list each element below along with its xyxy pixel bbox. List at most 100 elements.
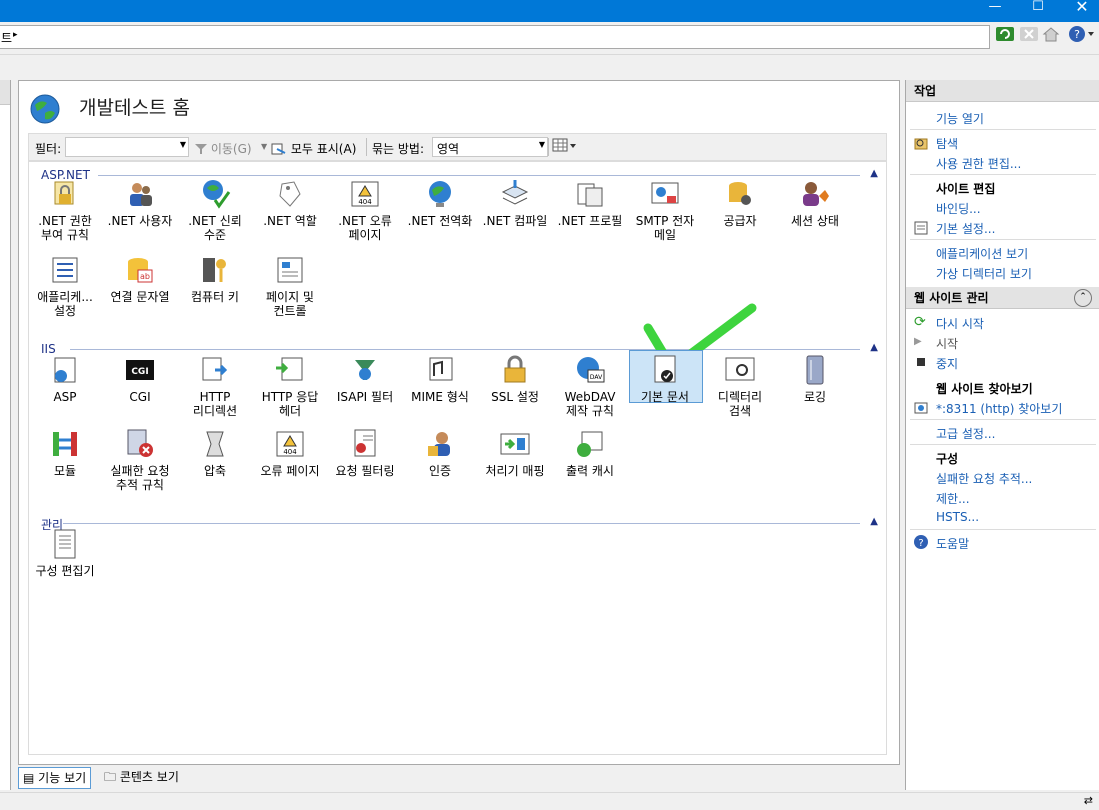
feature-item[interactable]: 출력 캐시 — [554, 428, 626, 478]
help-icon[interactable]: ? — [1068, 25, 1094, 45]
feature-item[interactable]: HTTP 리디렉션 — [179, 354, 251, 418]
refresh-icon[interactable] — [995, 25, 1015, 45]
maximize-button[interactable]: ☐ — [1018, 0, 1058, 22]
feature-label: .NET 권한 부여 규칙 — [38, 214, 92, 242]
feature-item[interactable]: .NET 신뢰 수준 — [179, 178, 251, 242]
address-text: 트 — [1, 31, 13, 45]
feature-item[interactable]: ab 연결 문자열 — [104, 254, 176, 304]
restart-link[interactable]: 다시 시작 — [936, 315, 984, 332]
feature-label: 처리기 매핑 — [485, 464, 545, 478]
goto-button[interactable]: 이동(G) — [195, 140, 252, 157]
groupby-select[interactable]: 영역 ▼ — [432, 137, 548, 157]
svg-text:ab: ab — [140, 272, 150, 281]
feature-item[interactable]: 애플리케... 설정 — [29, 254, 101, 318]
feature-item[interactable]: 실패한 요청 추적 규칙 — [104, 428, 176, 492]
feature-item[interactable]: 세션 상태 — [779, 178, 851, 228]
group-collapse-icon[interactable]: ▲ — [870, 342, 878, 353]
globe-icon — [424, 178, 456, 210]
feature-item[interactable]: 기본 문서 — [629, 350, 703, 404]
address-box[interactable]: 트 ▸ — [0, 25, 990, 49]
feature-item[interactable]: 요청 필터링 — [329, 428, 401, 478]
close-button[interactable]: ✕ — [1062, 0, 1099, 22]
feature-item[interactable]: ISAPI 필터 — [329, 354, 401, 404]
globe-icon — [29, 93, 61, 125]
feature-item[interactable]: HTTP 응답 헤더 — [254, 354, 326, 418]
asp-icon — [49, 354, 81, 386]
stop-icon — [914, 355, 928, 369]
actions-header: 작업 — [906, 80, 1099, 102]
feature-item[interactable]: SMTP 전자 메일 — [629, 178, 701, 242]
feature-item[interactable]: 압축 — [179, 428, 251, 478]
help-link[interactable]: 도움말 — [936, 535, 969, 552]
feature-item[interactable]: 처리기 매핑 — [479, 428, 551, 478]
edit-permissions-link[interactable]: 사용 권한 편집... — [936, 155, 1021, 172]
mime-icon — [424, 354, 456, 386]
feature-label: 출력 캐시 — [566, 464, 614, 478]
limits-link[interactable]: 제한... — [936, 490, 970, 507]
start-link[interactable]: 시작 — [936, 335, 958, 352]
feature-item[interactable]: .NET 사용자 — [104, 178, 176, 228]
feature-item[interactable]: MIME 형식 — [404, 354, 476, 404]
default-doc-icon — [649, 354, 681, 386]
feature-label: 모듈 — [53, 464, 77, 478]
feature-label: .NET 컴파일 — [482, 214, 548, 228]
hsts-link[interactable]: HSTS... — [936, 510, 979, 524]
stop-icon[interactable] — [1019, 25, 1039, 45]
goto-dropdown-icon[interactable]: ▼ — [261, 142, 267, 151]
feature-item[interactable]: 404 오류 페이지 — [254, 428, 326, 478]
advanced-settings-link[interactable]: 고급 설정... — [936, 425, 995, 442]
feature-item[interactable]: 모듈 — [29, 428, 101, 478]
feature-item[interactable]: .NET 역할 — [254, 178, 326, 228]
feature-item[interactable]: 공급자 — [704, 178, 776, 228]
feature-label: 세션 상태 — [791, 214, 839, 228]
tab-features-view[interactable]: ▤ 기능 보기 — [18, 767, 92, 789]
collapse-icon[interactable]: ⌃ — [1074, 289, 1092, 307]
feature-item[interactable]: 페이지 및 컨트롤 — [254, 254, 326, 318]
view-mode-button[interactable] — [552, 138, 578, 155]
view-applications-link[interactable]: 애플리케이션 보기 — [936, 245, 1028, 262]
feature-item[interactable]: CGI CGI — [104, 354, 176, 404]
feature-item[interactable]: SSL 설정 — [479, 354, 551, 404]
browse-link[interactable]: *:8311 (http) 찾아보기 — [936, 400, 1062, 417]
explore-link[interactable]: 탐색 — [936, 135, 958, 152]
feature-label: SSL 설정 — [491, 390, 539, 404]
feature-item[interactable]: .NET 전역화 — [404, 178, 476, 228]
feature-label: .NET 전역화 — [407, 214, 473, 228]
chevron-down-icon: ▼ — [538, 140, 545, 149]
stop-link[interactable]: 중지 — [936, 355, 958, 372]
open-feature-link[interactable]: 기능 열기 — [936, 110, 984, 127]
breadcrumb-arrow-icon[interactable]: ▸ — [13, 30, 18, 40]
actions-pane: 작업 기능 열기 탐색 사용 권한 편집... 사이트 편집 바인딩... 기본… — [905, 80, 1099, 790]
view-virtual-dirs-link[interactable]: 가상 디렉터리 보기 — [936, 265, 1032, 282]
feature-label: HTTP 응답 헤더 — [261, 390, 319, 418]
group-collapse-icon[interactable]: ▲ — [870, 168, 878, 179]
request-filter-icon — [349, 428, 381, 460]
filter-toolbar: 필터: ▼ 이동(G) ▼ 모두 표시(A) 묶는 방법: 영역 ▼ — [28, 133, 887, 161]
filter-input[interactable]: ▼ — [65, 137, 189, 157]
browse-icon — [914, 401, 928, 415]
providers-icon — [724, 178, 756, 210]
feature-item[interactable]: DAV WebDAV 제작 규칙 — [554, 354, 626, 418]
failed-trace-link[interactable]: 실패한 요청 추적... — [936, 470, 1032, 487]
basic-settings-link[interactable]: 기본 설정... — [936, 220, 995, 237]
feature-item[interactable]: 인증 — [404, 428, 476, 478]
feature-item[interactable]: .NET 컴파일 — [479, 178, 551, 228]
error-404-icon: 404 — [349, 178, 381, 210]
bindings-link[interactable]: 바인딩... — [936, 200, 981, 217]
feature-item[interactable]: 컴퓨터 키 — [179, 254, 251, 304]
view-tabs: ▤ 기능 보기 🗀 콘텐츠 보기 — [18, 767, 218, 789]
feature-item[interactable]: .NET 프로필 — [554, 178, 626, 228]
show-all-button[interactable]: 모두 표시(A) — [271, 140, 356, 157]
feature-item[interactable]: 404 .NET 오류 페이지 — [329, 178, 401, 242]
tab-content-view[interactable]: 🗀 콘텐츠 보기 — [100, 767, 183, 787]
feature-item[interactable]: ASP — [29, 354, 101, 404]
feature-item[interactable]: 구성 편집기 — [29, 528, 101, 578]
feature-item[interactable]: .NET 권한 부여 규칙 — [29, 178, 101, 242]
feature-item[interactable]: 로깅 — [779, 354, 851, 404]
features-pane: 개발테스트 홈 필터: ▼ 이동(G) ▼ 모두 표시(A) 묶는 방법: 영역… — [18, 80, 900, 765]
minimize-button[interactable]: — — [975, 0, 1015, 22]
auth-icon — [424, 428, 456, 460]
group-collapse-icon[interactable]: ▲ — [870, 516, 878, 527]
compress-icon — [199, 428, 231, 460]
home-icon[interactable] — [1041, 25, 1061, 45]
